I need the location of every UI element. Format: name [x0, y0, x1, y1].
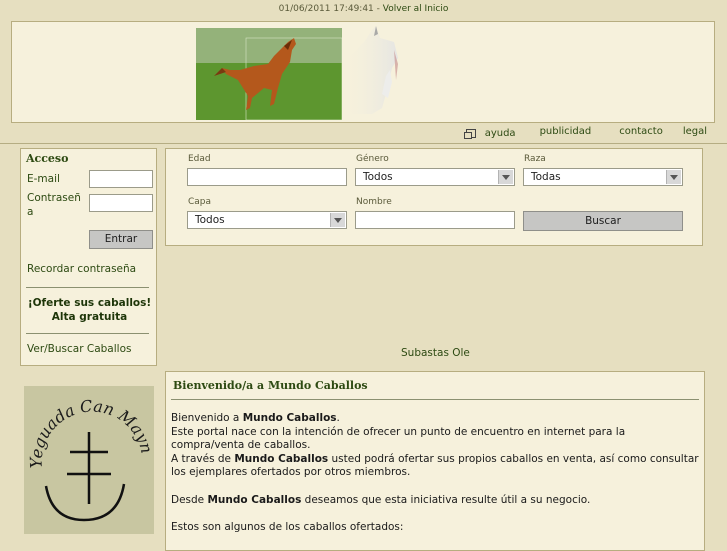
name-input[interactable] — [355, 211, 515, 229]
age-label: Edad — [188, 154, 211, 164]
welcome-paragraph: Desde Mundo Caballos deseamos que esta i… — [171, 493, 591, 506]
home-link[interactable]: Volver al Inicio — [383, 4, 449, 14]
search-button[interactable]: Buscar — [523, 211, 683, 231]
nav-contact[interactable]: contacto — [619, 126, 663, 140]
breed-label: Raza — [524, 154, 546, 164]
login-button[interactable]: Entrar — [89, 230, 153, 249]
nav-advertising[interactable]: publicidad — [540, 126, 592, 140]
welcome-body: Bienvenido a Mundo Caballos. Este portal… — [171, 412, 701, 534]
yeguada-logo[interactable]: Yeguada Can Maynou — [19, 371, 157, 534]
separator-line — [26, 287, 149, 288]
brand-name: Mundo Caballos — [234, 452, 329, 465]
gender-label: Género — [356, 154, 389, 164]
login-panel: Acceso E-mail Contraseña Entrar Recordar… — [20, 148, 157, 366]
nav-help[interactable]: ayuda — [463, 126, 516, 140]
welcome-paragraph: Este portal nace con la intención de ofr… — [171, 425, 626, 452]
chevron-down-icon — [498, 170, 513, 184]
welcome-panel: Bienvenido/a a Mundo Caballos Bienvenido… — [165, 371, 705, 551]
ghost-horse-image — [342, 26, 398, 114]
windows-icon — [463, 128, 476, 139]
email-label: E-mail — [27, 173, 60, 185]
separator: - — [376, 4, 380, 14]
datetime: 01/06/2011 17:49:41 — [278, 4, 374, 14]
remember-password-link[interactable]: Recordar contraseña — [27, 263, 136, 275]
chevron-down-icon — [330, 213, 345, 227]
coat-label: Capa — [188, 197, 212, 207]
subastas-link[interactable]: Subastas Ole — [401, 347, 470, 359]
breed-select[interactable]: Todas — [523, 168, 683, 186]
login-title: Acceso — [26, 152, 69, 165]
top-navigation: ayuda publicidad contacto legal — [463, 126, 707, 140]
separator-line — [26, 333, 149, 334]
password-field[interactable] — [89, 194, 153, 212]
chevron-down-icon — [666, 170, 681, 184]
search-panel: Edad Género Todos Raza Todas Capa Todos … — [165, 148, 703, 246]
password-label: Contraseña — [27, 192, 81, 218]
browse-horses-link[interactable]: Ver/Buscar Caballos — [27, 343, 131, 355]
breed-value: Todas — [531, 171, 561, 183]
welcome-paragraph: A través de Mundo Caballos usted podrá o… — [171, 452, 699, 479]
horse-photo — [196, 28, 342, 120]
welcome-paragraph: Estos son algunos de los caballos oferta… — [171, 520, 404, 533]
gender-select[interactable]: Todos — [355, 168, 515, 186]
coat-value: Todos — [195, 214, 225, 226]
divider — [0, 143, 727, 144]
name-label: Nombre — [356, 197, 392, 207]
gender-value: Todos — [363, 171, 393, 183]
coat-select[interactable]: Todos — [187, 211, 347, 229]
banner — [11, 21, 715, 123]
welcome-title: Bienvenido/a a Mundo Caballos — [173, 379, 368, 392]
offer-horses-link[interactable]: ¡Oferte sus caballos! — [21, 296, 158, 310]
free-signup-link[interactable]: Alta gratuita — [21, 310, 158, 324]
age-input[interactable] — [187, 168, 347, 186]
brand-name: Mundo Caballos — [242, 412, 337, 424]
welcome-paragraph: Bienvenido a Mundo Caballos. — [171, 412, 340, 424]
nav-legal[interactable]: legal — [683, 126, 707, 140]
nav-help-label[interactable]: ayuda — [485, 128, 516, 139]
brand-name: Mundo Caballos — [207, 493, 302, 506]
email-field[interactable] — [89, 170, 153, 188]
header-bar: 01/06/2011 17:49:41 - Volver al Inicio — [0, 4, 727, 14]
title-underline — [171, 399, 699, 400]
